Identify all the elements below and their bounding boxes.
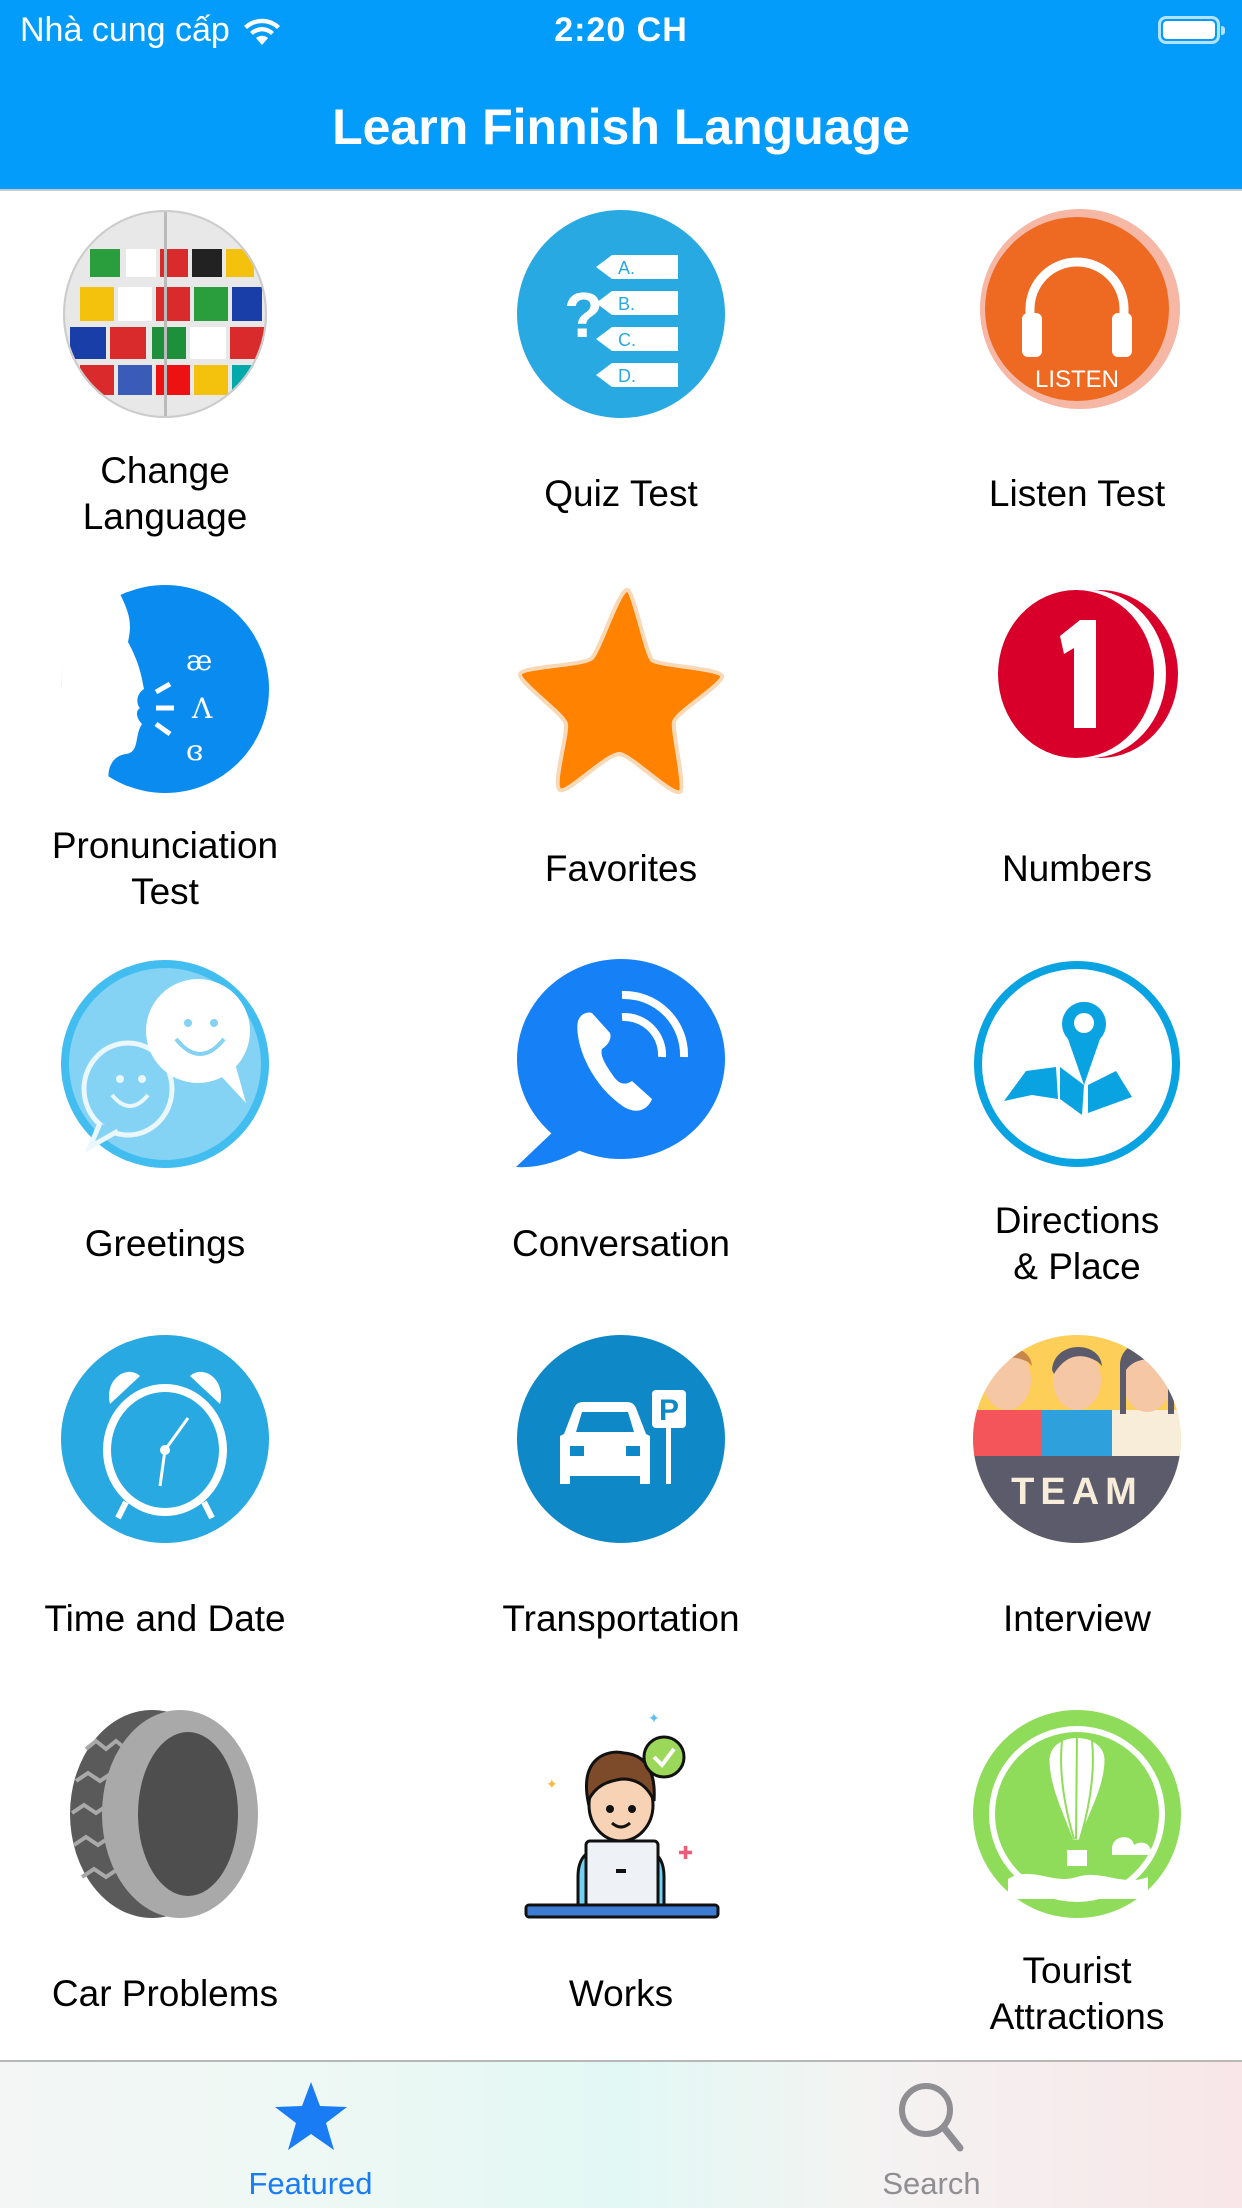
menu-item-car-problems[interactable]: Car Problems [0,1693,330,2068]
menu-item-label: Transportation [502,1598,740,1639]
menu-item-works[interactable]: ✦ ✦ ✚ Works [330,1693,912,2068]
alarm-clock-icon [61,1335,269,1543]
menu-item-label: Listen Test [988,473,1166,514]
menu-item-label: Time and Date [44,1598,286,1639]
tire-icon [70,1710,258,1918]
navigation-header: Nhà cung cấp 2:20 CH Learn Finnish Langu… [0,0,1242,191]
svg-text:✚: ✚ [678,1843,693,1863]
menu-item-label: Change Language [82,450,248,537]
menu-item-conversation[interactable]: Conversation [330,943,912,1318]
menu-item-pronunciation-test[interactable]: æΛɞ Pronunciation Test [0,568,330,943]
battery-icon [1158,16,1225,44]
menu-item-change-language[interactable]: Change Language [0,193,330,568]
svg-text:LISTEN: LISTEN [1035,366,1119,393]
tab-search[interactable]: Search [621,2062,1242,2210]
tab-featured[interactable]: Featured [0,2062,621,2210]
menu-item-label: Numbers [1001,848,1153,889]
menu-item-label: Interview [1002,1598,1152,1639]
tab-label: Featured [248,2166,373,2201]
person-laptop-icon: ✦ ✦ ✚ [524,1710,720,1919]
clock: 2:20 CH [554,11,688,49]
number-one-coin-icon [998,590,1178,758]
star-icon [518,587,724,794]
page-title: Learn Finnish Language [332,99,910,155]
menu-item-label: Pronunciation Test [51,825,279,912]
svg-text:B.: B. [618,294,635,314]
svg-text:TEAM: TEAM [1011,1471,1143,1513]
menu-item-label: Directions & Place [994,1200,1160,1287]
menu-item-directions-place[interactable]: Directions & Place [912,943,1242,1318]
svg-text:?: ? [564,279,603,351]
car-parking-icon: P [517,1335,725,1543]
menu-item-label: Quiz Test [544,473,698,514]
menu-item-label: Tourist Attractions [989,1950,1165,2037]
svg-text:ɞ: ɞ [186,734,203,767]
menu-item-label: Works [568,1973,674,2014]
menu-item-tourist-attractions[interactable]: Tourist Attractions [912,1693,1242,2068]
hot-air-balloon-icon [973,1710,1181,1918]
menu-grid: Change Language ? A. B. C. D. Quiz Test LIS… [0,193,1242,2068]
menu-item-label: Conversation [511,1223,730,1264]
smiley-chat-bubbles-icon [61,960,269,1168]
headphones-listen-icon: LISTEN [980,209,1180,409]
svg-text:æ: æ [186,644,212,677]
status-bar: Nhà cung cấp 2:20 CH [0,0,1242,62]
menu-item-time-and-date[interactable]: Time and Date [0,1318,330,1693]
svg-text:✦: ✦ [648,1710,660,1726]
menu-item-favorites[interactable]: Favorites [330,568,912,943]
quiz-abcd-icon: ? A. B. C. D. [517,210,725,418]
search-icon [898,2083,963,2152]
svg-text:C.: C. [618,330,636,350]
star-icon [274,2082,347,2150]
svg-text:Λ: Λ [191,692,213,725]
menu-item-quiz-test[interactable]: ? A. B. C. D. Quiz Test [330,193,912,568]
menu-item-label: Greetings [84,1223,246,1264]
speaking-face-icon: æΛɞ [60,585,269,793]
menu-item-interview[interactable]: TEAM Interview [912,1318,1242,1693]
tab-label: Search [882,2166,981,2201]
menu-item-listen-test[interactable]: LISTEN Listen Test [912,193,1242,568]
menu-item-numbers[interactable]: Numbers [912,568,1242,943]
team-icon: TEAM [973,1335,1181,1543]
menu-item-label: Favorites [544,848,698,889]
svg-text:A.: A. [618,258,635,278]
svg-text:D.: D. [618,366,636,386]
menu-item-label: Car Problems [51,1973,279,2014]
menu-item-greetings[interactable]: Greetings [0,943,330,1318]
svg-text:P: P [659,1394,679,1427]
map-pin-icon [974,961,1180,1167]
svg-text:✦: ✦ [546,1776,558,1792]
phone-chat-bubble-icon [516,959,725,1168]
menu-item-transportation[interactable]: P Transportation [330,1318,912,1693]
tab-bar: Featured Search [0,2060,1242,2208]
globe-flags-icon [63,210,267,418]
